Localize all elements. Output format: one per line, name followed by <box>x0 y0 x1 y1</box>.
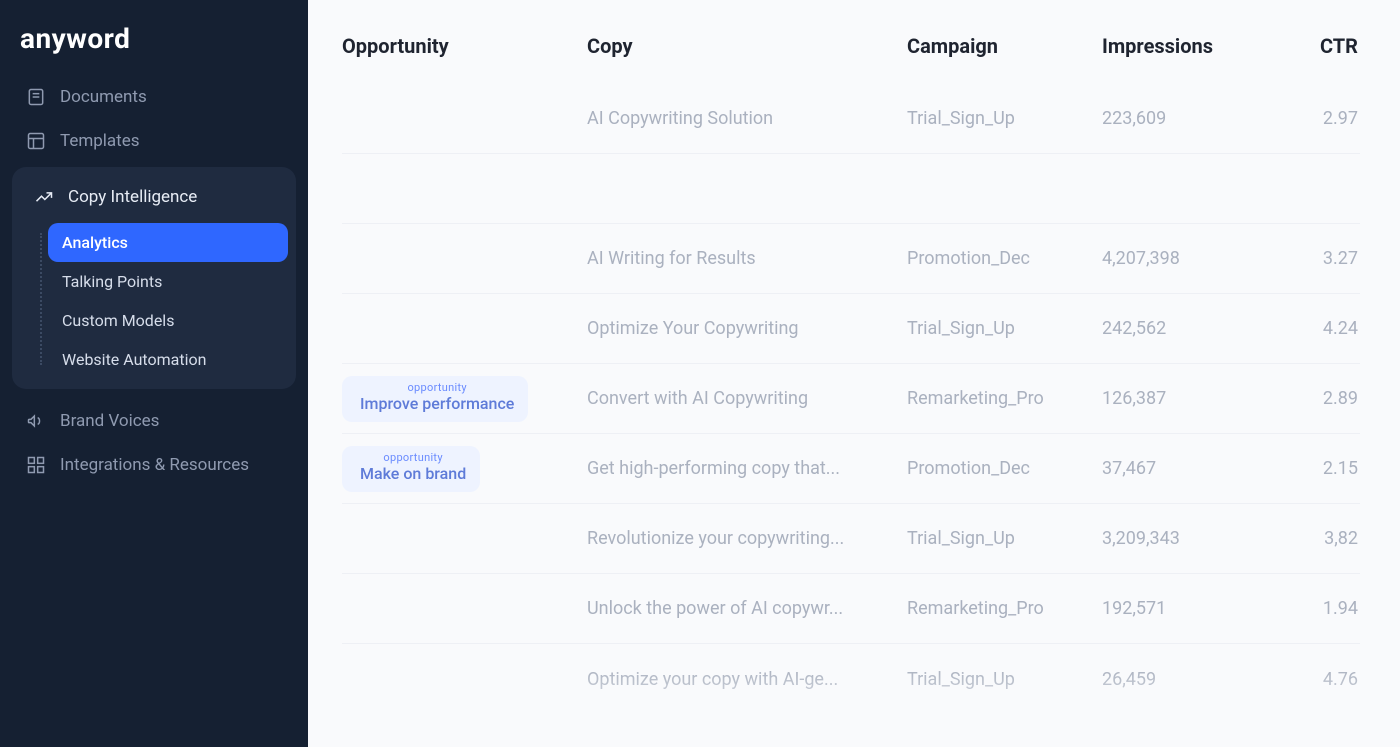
cell-impressions: 4,207,398 <box>1102 248 1272 269</box>
sidebar-subitem-label: Website Automation <box>62 350 206 369</box>
col-header-impressions[interactable]: Impressions <box>1102 34 1272 58</box>
col-header-opportunity[interactable]: Opportunity <box>342 34 587 58</box>
cell-campaign: Promotion_Dec <box>907 458 1102 479</box>
cell-ctr: 4.24 <box>1272 318 1362 339</box>
sidebar-subitem-website-automation[interactable]: Website Automation <box>48 340 288 379</box>
sidebar-item-templates[interactable]: Templates <box>12 119 296 163</box>
col-header-ctr[interactable]: CTR <box>1272 34 1362 58</box>
cell-impressions: 192,571 <box>1102 598 1272 619</box>
sidebar-item-label: Copy Intelligence <box>68 187 197 207</box>
sidebar-subitem-talking-points[interactable]: Talking Points <box>48 262 288 301</box>
sidebar: anyword Documents Templates Copy Intelli… <box>0 0 308 747</box>
cell-impressions: 223,609 <box>1102 108 1272 129</box>
cell-ctr: 1.94 <box>1272 598 1362 619</box>
cell-campaign: Trial_Sign_Up <box>907 528 1102 549</box>
table-row[interactable]: AI Copywriting SolutionTrial_Sign_Up223,… <box>342 84 1360 154</box>
cell-impressions: 126,387 <box>1102 388 1272 409</box>
table-row[interactable]: opportunityImprove performance Convert wi… <box>342 364 1360 434</box>
cell-impressions: 242,562 <box>1102 318 1272 339</box>
cell-impressions: 26,459 <box>1102 669 1272 690</box>
sidebar-subitem-analytics[interactable]: Analytics <box>48 223 288 262</box>
table-header-row: Opportunity Copy Campaign Impressions CT… <box>342 34 1360 84</box>
sidebar-item-label: Brand Voices <box>60 411 159 431</box>
cell-copy: Revolutionize your copywriting... <box>587 528 907 549</box>
cell-campaign: Promotion_Dec <box>907 248 1102 269</box>
grid-icon <box>26 455 46 475</box>
cell-opportunity: opportunityMake on brand <box>342 445 587 491</box>
table-row[interactable]: AI Writing for ResultsPromotion_Dec4,207… <box>342 224 1360 294</box>
sidebar-subitem-custom-models[interactable]: Custom Models <box>48 301 288 340</box>
table-row[interactable]: Revolutionize your copywriting...Trial_S… <box>342 504 1360 574</box>
main-content: Opportunity Copy Campaign Impressions CT… <box>308 0 1400 747</box>
cell-impressions: 37,467 <box>1102 458 1272 479</box>
opportunity-label: Make on brand <box>360 465 466 483</box>
table-row[interactable]: Optimize your copy with AI-ge...Trial_Si… <box>342 644 1360 714</box>
table-row[interactable]: Unlock the power of AI copywr...Remarket… <box>342 574 1360 644</box>
layout-icon <box>26 131 46 151</box>
cell-ctr: 3.27 <box>1272 248 1362 269</box>
cell-campaign: Remarketing_Pro <box>907 388 1102 409</box>
sidebar-subitem-label: Analytics <box>62 233 128 252</box>
cell-ctr: 4.76 <box>1272 669 1362 690</box>
cell-copy: Unlock the power of AI copywr... <box>587 598 907 619</box>
cell-campaign: Remarketing_Pro <box>907 598 1102 619</box>
cell-copy: Convert with AI Copywriting <box>587 388 907 409</box>
cell-copy: AI Writing for Results <box>587 248 907 269</box>
opportunity-chip[interactable]: opportunityImprove performance <box>342 376 528 421</box>
cell-ctr: 3,82 <box>1272 528 1362 549</box>
sidebar-item-label: Documents <box>60 87 147 107</box>
cell-ctr: 2.89 <box>1272 388 1362 409</box>
table-body: AI Copywriting SolutionTrial_Sign_Up223,… <box>342 84 1360 714</box>
cell-ctr: 2.15 <box>1272 458 1362 479</box>
sidebar-subitem-label: Custom Models <box>62 311 174 330</box>
table-row[interactable]: opportunityMake on brand Get high-perform… <box>342 434 1360 504</box>
cell-copy: Get high-performing copy that... <box>587 458 907 479</box>
sidebar-item-brand-voices[interactable]: Brand Voices <box>12 399 296 443</box>
sidebar-item-integrations-resources[interactable]: Integrations & Resources <box>12 443 296 487</box>
sidebar-sublist: Analytics Talking Points Custom Models W… <box>40 223 288 379</box>
megaphone-icon <box>26 411 46 431</box>
cell-copy: Optimize Your Copywriting <box>587 318 907 339</box>
table-row[interactable]: Optimize Your CopywritingTrial_Sign_Up24… <box>342 294 1360 364</box>
col-header-copy[interactable]: Copy <box>587 34 907 58</box>
document-icon <box>26 87 46 107</box>
sidebar-item-label: Templates <box>60 131 140 151</box>
sidebar-group-copy-intelligence: Copy Intelligence Analytics Talking Poin… <box>12 167 296 389</box>
sidebar-item-documents[interactable]: Documents <box>12 75 296 119</box>
cell-opportunity: opportunityImprove performance <box>342 375 587 421</box>
cell-campaign: Trial_Sign_Up <box>907 318 1102 339</box>
cell-copy: Optimize your copy with AI-ge... <box>587 669 907 690</box>
opportunity-chip[interactable]: opportunityMake on brand <box>342 446 480 491</box>
brand-logo: anyword <box>12 18 296 75</box>
cell-ctr: 2.97 <box>1272 108 1362 129</box>
sidebar-item-label: Integrations & Resources <box>60 455 249 475</box>
cell-campaign: Trial_Sign_Up <box>907 108 1102 129</box>
opportunity-label: Improve performance <box>360 395 514 413</box>
cell-impressions: 3,209,343 <box>1102 528 1272 549</box>
col-header-campaign[interactable]: Campaign <box>907 34 1102 58</box>
table-spacer-row <box>342 154 1360 224</box>
sidebar-subitem-label: Talking Points <box>62 272 162 291</box>
cell-copy: AI Copywriting Solution <box>587 108 907 129</box>
trend-up-icon <box>34 187 54 207</box>
cell-campaign: Trial_Sign_Up <box>907 669 1102 690</box>
sidebar-item-copy-intelligence[interactable]: Copy Intelligence <box>20 175 288 219</box>
